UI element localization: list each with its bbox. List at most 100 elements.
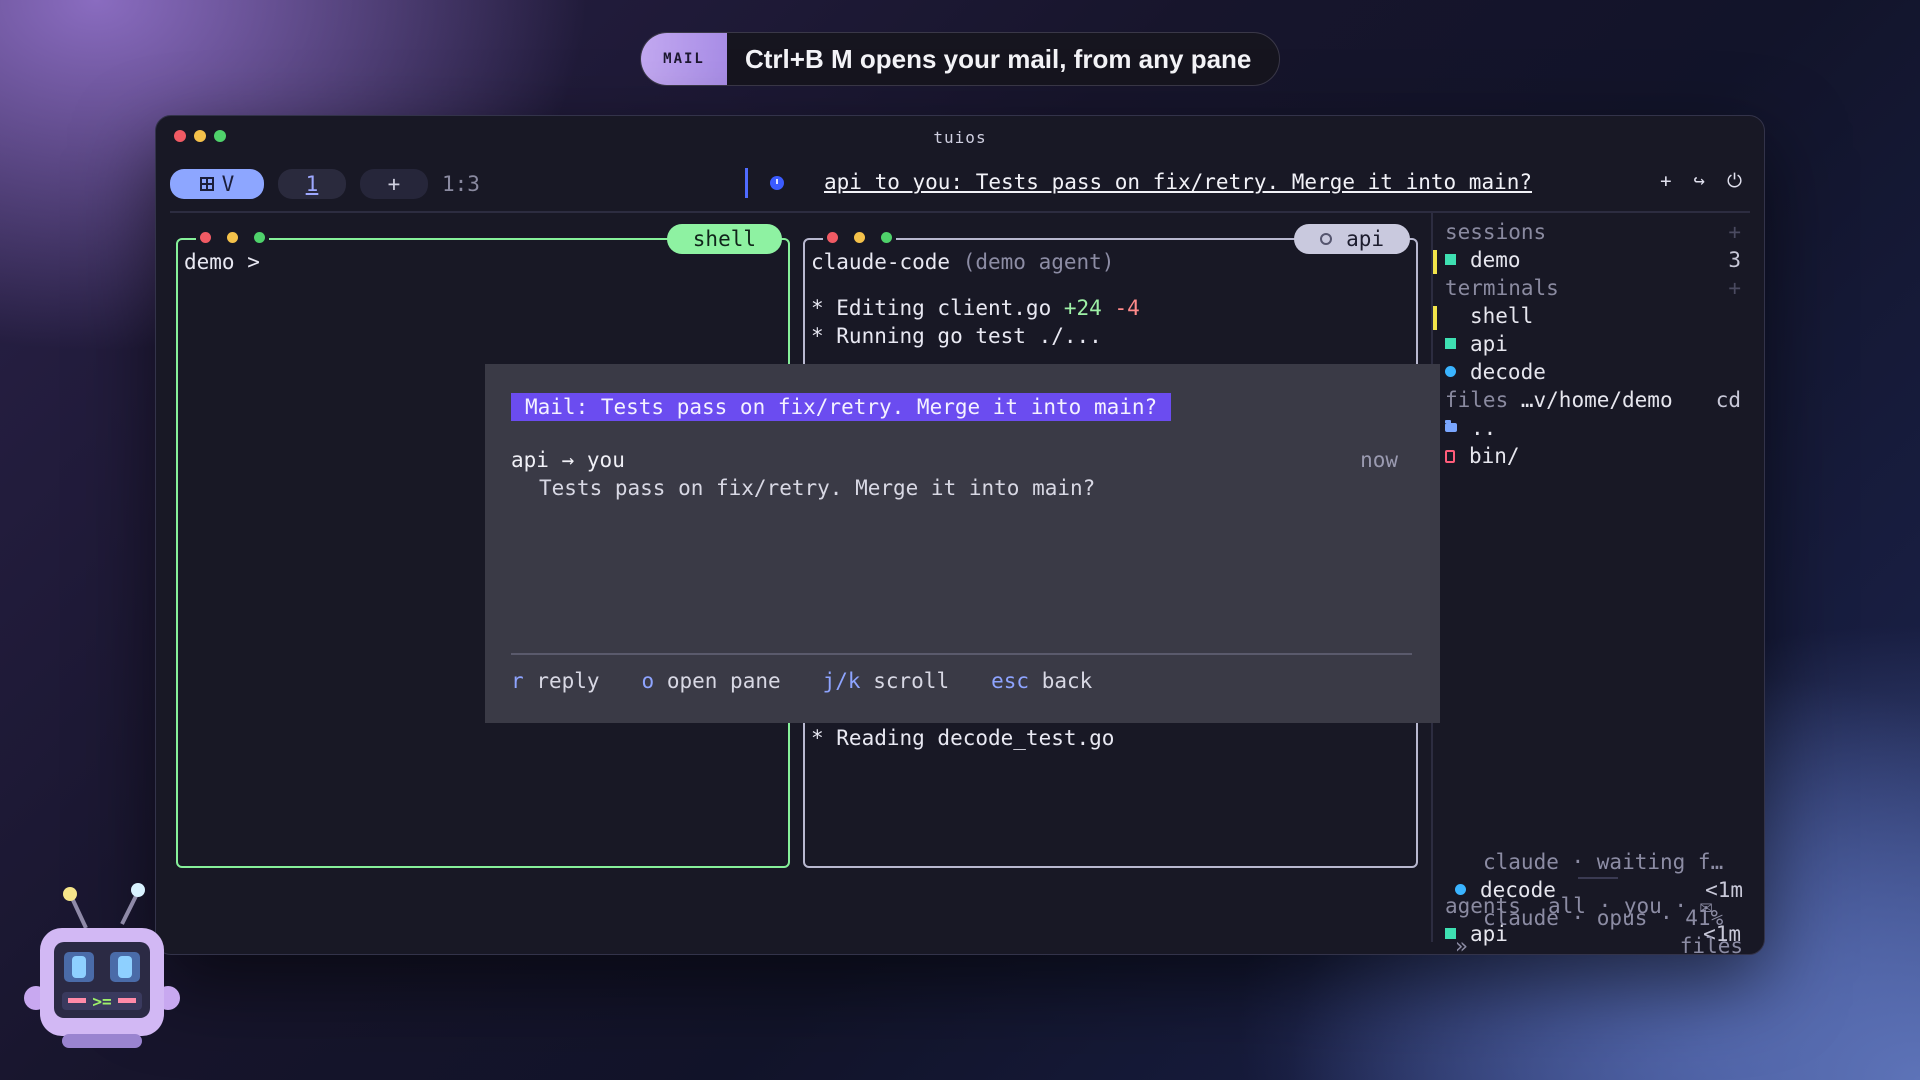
notification-divider	[745, 168, 748, 198]
open-pane-label: open pane	[666, 669, 781, 693]
terminal-item-shell[interactable]: shell	[1433, 304, 1741, 332]
pane-close-button[interactable]	[827, 232, 838, 243]
agent-line-running: * Running go test ./...	[811, 324, 1102, 348]
terminal-window: tuios V 1 + 1:3 api to you: Tests pass o…	[155, 115, 1765, 955]
terminal-item-decode[interactable]: decode	[1445, 360, 1741, 388]
scroll-key: j/k	[822, 669, 861, 693]
session-count: 3	[1728, 248, 1741, 272]
active-session-marker	[1433, 250, 1437, 274]
file-item-bin[interactable]: bin/	[1445, 444, 1741, 472]
lines-added: +24	[1063, 296, 1102, 320]
mail-title: Mail: Tests pass on fix/retry. Merge it …	[511, 393, 1172, 421]
api-pane-title-label: api	[1346, 227, 1384, 251]
mail-actions: r reply o open pane j/k scroll esc back	[511, 669, 1092, 693]
terminal-item-api[interactable]: api	[1445, 332, 1741, 360]
toast-message: Ctrl+B M opens your mail, from any pane	[745, 43, 1252, 74]
folder-icon	[1445, 420, 1457, 432]
add-terminal-button[interactable]: +	[1728, 276, 1741, 300]
notification-link[interactable]: api to you: Tests pass on fix/retry. Mer…	[824, 170, 1532, 194]
robot-mascot-icon: >=	[24, 883, 180, 1048]
reply-action[interactable]: r reply	[511, 669, 600, 693]
view-mode-label: V	[221, 172, 235, 196]
file-item-parent[interactable]: ..	[1445, 416, 1741, 444]
terminal-label: api	[1470, 332, 1508, 356]
agent-line-reading: * Reading decode_test.go	[811, 726, 1115, 750]
back-key: esc	[991, 669, 1030, 693]
pane-minimize-button[interactable]	[227, 232, 238, 243]
file-label: ..	[1471, 416, 1497, 440]
toolbar-icons: + ↪ ⏻	[1660, 170, 1742, 192]
agents-label: agents	[1445, 894, 1521, 918]
mail-recipient: you	[586, 448, 625, 472]
agent-time: <1m	[1703, 922, 1741, 946]
cd-button[interactable]: cd	[1716, 388, 1741, 412]
session-name: demo	[1470, 248, 1521, 272]
status-circle-icon	[1320, 233, 1333, 245]
agent-note: (demo agent)	[962, 250, 1115, 274]
mail-shortcut-toast: MAIL Ctrl+B M opens your mail, from any …	[640, 32, 1281, 86]
view-mode-tab[interactable]: V	[170, 169, 264, 199]
shell-prompt: demo >	[184, 250, 260, 274]
pane-position: 1:3	[442, 172, 480, 196]
scroll-label: scroll	[873, 669, 950, 693]
back-label: back	[1041, 669, 1093, 693]
sidebar-divider	[1578, 877, 1618, 879]
session-item-demo[interactable]: demo 3	[1433, 248, 1741, 276]
agent-header: claude-code (demo agent)	[811, 250, 1114, 274]
workspace-tab-1[interactable]: 1	[278, 169, 346, 199]
terminal-status-icon	[1445, 366, 1456, 377]
terminals-header: terminals +	[1445, 276, 1741, 304]
files-path: …v/home/demo	[1520, 388, 1673, 412]
pane-close-button[interactable]	[200, 232, 211, 243]
tab-bar: V 1 + 1:3 api to you: Tests pass on fix/…	[170, 168, 1750, 200]
mail-header: api → you	[511, 448, 625, 472]
terminals-label: terminals	[1445, 276, 1559, 300]
reply-key: r	[511, 669, 524, 693]
shell-pane-title[interactable]: shell	[666, 224, 782, 254]
pane-maximize-button[interactable]	[254, 232, 265, 243]
agent-item-api[interactable]: api <1m	[1445, 922, 1741, 950]
pane-controls	[196, 232, 269, 243]
terminal-label: decode	[1470, 360, 1546, 384]
add-workspace-button[interactable]: +	[360, 169, 428, 199]
mail-sender: api	[511, 448, 549, 472]
plus-icon[interactable]: +	[1660, 170, 1671, 192]
pane-minimize-button[interactable]	[854, 232, 865, 243]
file-icon	[1445, 450, 1455, 463]
add-session-button[interactable]: +	[1728, 220, 1741, 244]
sessions-header: sessions +	[1445, 220, 1741, 248]
terminal-status-icon	[1445, 338, 1456, 349]
terminal-spacer	[1445, 310, 1456, 321]
mail-time: now	[1360, 448, 1398, 472]
agent-status-icon	[1445, 928, 1456, 939]
terminal-label: shell	[1470, 304, 1534, 328]
files-header: files …v/home/demo cd	[1445, 388, 1741, 416]
info-icon	[770, 176, 784, 190]
mail-badge: MAIL	[641, 33, 727, 85]
window-title: tuios	[933, 128, 987, 147]
editing-text: * Editing client.go	[811, 296, 1064, 320]
power-icon[interactable]: ⏻	[1727, 170, 1742, 192]
agent-label: api	[1470, 922, 1508, 946]
mail-overlay: Mail: Tests pass on fix/retry. Merge it …	[485, 364, 1440, 723]
scroll-action[interactable]: j/k scroll	[823, 669, 949, 693]
sidebar: sessions + demo 3 terminals + shell api …	[1431, 212, 1751, 946]
agent-name: claude-code	[811, 250, 951, 274]
session-status-icon	[1445, 254, 1456, 265]
detach-icon[interactable]: ↪	[1694, 170, 1705, 192]
agent-line-editing: * Editing client.go +24 -4	[811, 296, 1140, 320]
pane-maximize-button[interactable]	[881, 232, 892, 243]
open-pane-action[interactable]: o open pane	[642, 669, 781, 693]
file-label: bin/	[1469, 444, 1520, 468]
agents-filter[interactable]: all · you · ✉	[1548, 894, 1741, 922]
sessions-label: sessions	[1445, 220, 1547, 244]
back-action[interactable]: esc back	[991, 669, 1092, 693]
active-terminal-marker	[1433, 306, 1437, 330]
mail-body: Tests pass on fix/retry. Merge it into m…	[539, 476, 1096, 500]
reply-label: reply	[536, 669, 600, 693]
grid-icon	[199, 177, 214, 191]
pane-controls	[823, 232, 896, 243]
mail-separator	[511, 653, 1412, 655]
lines-removed: -4	[1114, 296, 1140, 320]
api-pane-title[interactable]: api	[1294, 224, 1410, 254]
